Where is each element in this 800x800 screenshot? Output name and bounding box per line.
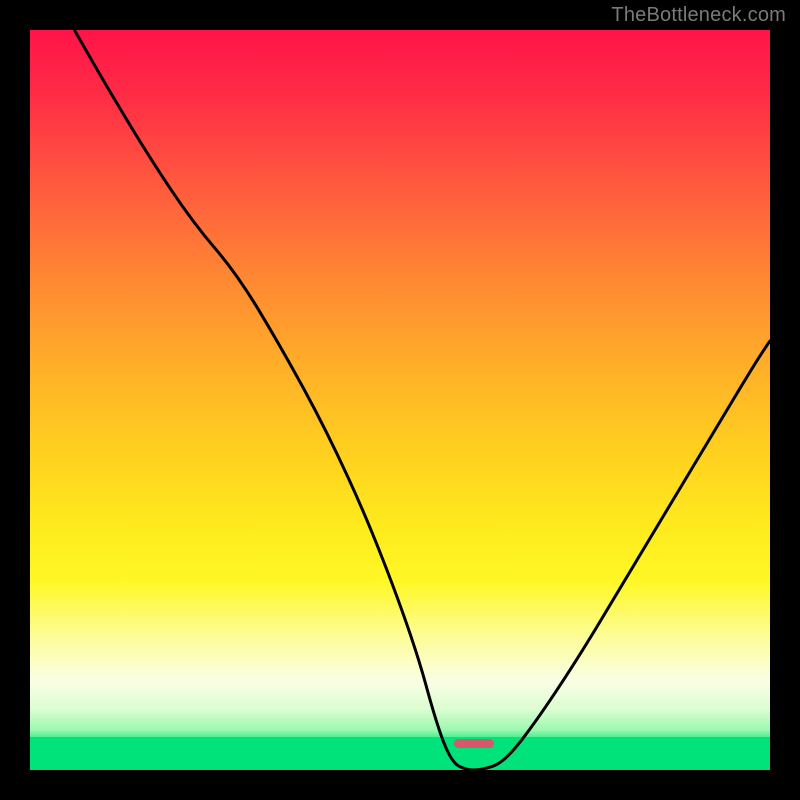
chart-frame: TheBottleneck.com bbox=[0, 0, 800, 800]
curve-svg bbox=[30, 30, 770, 770]
watermark-text: TheBottleneck.com bbox=[611, 4, 786, 27]
bottleneck-curve bbox=[74, 30, 770, 770]
plot-area bbox=[30, 30, 770, 770]
optimal-marker bbox=[454, 739, 495, 748]
